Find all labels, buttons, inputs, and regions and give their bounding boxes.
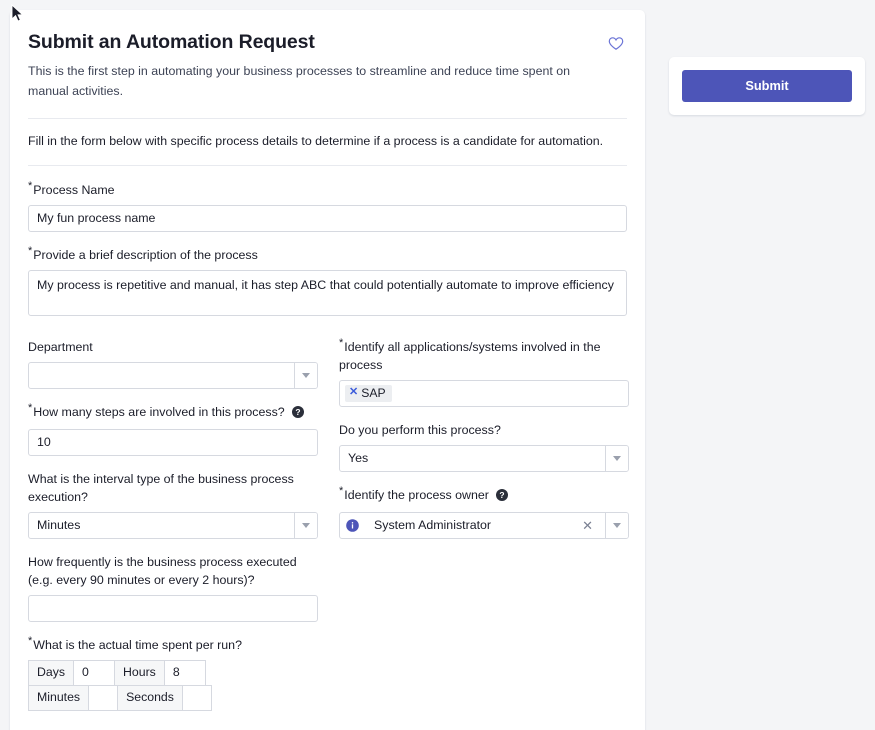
required-marker: * — [28, 634, 33, 647]
process-owner-value: System Administrator — [374, 518, 492, 533]
steps-count-input[interactable] — [28, 428, 318, 456]
chevron-down-icon[interactable] — [605, 512, 628, 538]
duration-segment-seconds: Seconds — [117, 685, 212, 712]
duration-label-seconds: Seconds — [117, 685, 183, 712]
form-columns: Department *How many steps are involved … — [28, 336, 629, 730]
field-department: Department — [28, 339, 318, 389]
svg-text:?: ? — [500, 490, 505, 500]
help-icon[interactable]: ? — [292, 405, 305, 424]
page-root: Submit an Automation Request This is the… — [0, 0, 875, 730]
field-interval-type: What is the interval type of the busines… — [28, 471, 318, 539]
field-frequency: How frequently is the business process e… — [28, 554, 318, 622]
submit-panel: Submit — [669, 57, 865, 115]
duration-label-days: Days — [28, 659, 75, 687]
perform-process-select-value: Yes — [348, 451, 369, 466]
info-circle-icon[interactable] — [346, 518, 362, 532]
card-intro-text: This is the first step in automating you… — [28, 64, 571, 98]
label-perform-process: Do you perform this process? — [339, 422, 501, 437]
process-owner-body: System Administrator ✕ — [340, 513, 605, 538]
field-perform-process: Do you perform this process? Yes — [339, 422, 629, 472]
process-name-input[interactable] — [28, 204, 627, 232]
description-textarea[interactable] — [28, 269, 627, 316]
department-select-value — [29, 363, 294, 388]
submit-button[interactable]: Submit — [682, 70, 852, 102]
field-time-spent: *What is the actual time spent per run? … — [28, 634, 318, 712]
chevron-down-icon[interactable] — [294, 362, 317, 388]
field-description: *Provide a brief description of the proc… — [28, 244, 627, 321]
label-description: *Provide a brief description of the proc… — [28, 244, 258, 262]
card-header: Submit an Automation Request — [28, 26, 627, 54]
label-process-owner: *Identify the process owner ? — [339, 484, 629, 507]
duration-input-seconds[interactable] — [182, 685, 212, 712]
perform-process-select[interactable]: Yes — [339, 444, 629, 472]
applications-chip-input[interactable]: ✕ SAP — [339, 379, 629, 407]
label-steps-count: *How many steps are involved in this pro… — [28, 401, 318, 424]
duration-segment-minutes: Minutes — [28, 685, 119, 712]
clear-icon[interactable]: ✕ — [576, 519, 599, 532]
card-sub-intro-text: Fill in the form below with specific pro… — [28, 133, 604, 148]
frequency-input[interactable] — [28, 594, 318, 622]
required-marker: * — [28, 244, 33, 257]
form-column-left: Department *How many steps are involved … — [28, 339, 318, 730]
duration-label-minutes: Minutes — [28, 685, 90, 712]
label-time-spent: *What is the actual time spent per run? — [28, 634, 242, 652]
required-marker: * — [339, 484, 344, 497]
duration-segment-hours: Hours — [114, 659, 206, 687]
divider-top — [28, 117, 627, 119]
chevron-down-icon[interactable] — [294, 512, 317, 538]
label-department: Department — [28, 339, 93, 354]
required-marker: * — [28, 179, 33, 192]
chip-sap: ✕ SAP — [345, 384, 392, 402]
required-marker: * — [28, 401, 33, 414]
heart-outline-icon[interactable] — [608, 36, 624, 51]
field-process-name: *Process Name — [28, 179, 627, 232]
time-spent-duration-group: Days Hours Minutes Seconds — [28, 659, 290, 712]
label-process-name: *Process Name — [28, 179, 115, 197]
chevron-down-icon[interactable] — [605, 445, 628, 471]
duration-input-days[interactable] — [74, 659, 116, 687]
divider-bottom — [28, 164, 627, 166]
chip-label: SAP — [361, 385, 386, 400]
page-title: Submit an Automation Request — [28, 31, 315, 53]
help-icon[interactable]: ? — [496, 488, 509, 507]
department-select[interactable] — [28, 361, 318, 389]
label-interval-type: What is the interval type of the busines… — [28, 471, 294, 504]
duration-input-minutes[interactable] — [89, 685, 119, 712]
interval-type-select-value: Minutes — [37, 518, 81, 533]
label-frequency: How frequently is the business process e… — [28, 554, 297, 587]
form-column-right: *Identify all applications/systems invol… — [339, 336, 629, 730]
field-applications: *Identify all applications/systems invol… — [339, 336, 629, 407]
duration-segment-days: Days — [28, 659, 116, 687]
svg-text:?: ? — [296, 407, 301, 417]
automation-request-form-card: Submit an Automation Request This is the… — [10, 10, 645, 730]
remove-chip-icon[interactable]: ✕ — [349, 387, 358, 398]
process-owner-reference-field[interactable]: System Administrator ✕ — [339, 511, 629, 539]
field-process-owner: *Identify the process owner ? System Adm… — [339, 484, 629, 539]
interval-type-select[interactable]: Minutes — [28, 511, 318, 539]
required-marker: * — [339, 336, 344, 349]
duration-label-hours: Hours — [114, 659, 165, 687]
field-steps-count: *How many steps are involved in this pro… — [28, 401, 318, 456]
label-applications: *Identify all applications/systems invol… — [339, 336, 601, 372]
duration-input-hours[interactable] — [164, 659, 206, 687]
